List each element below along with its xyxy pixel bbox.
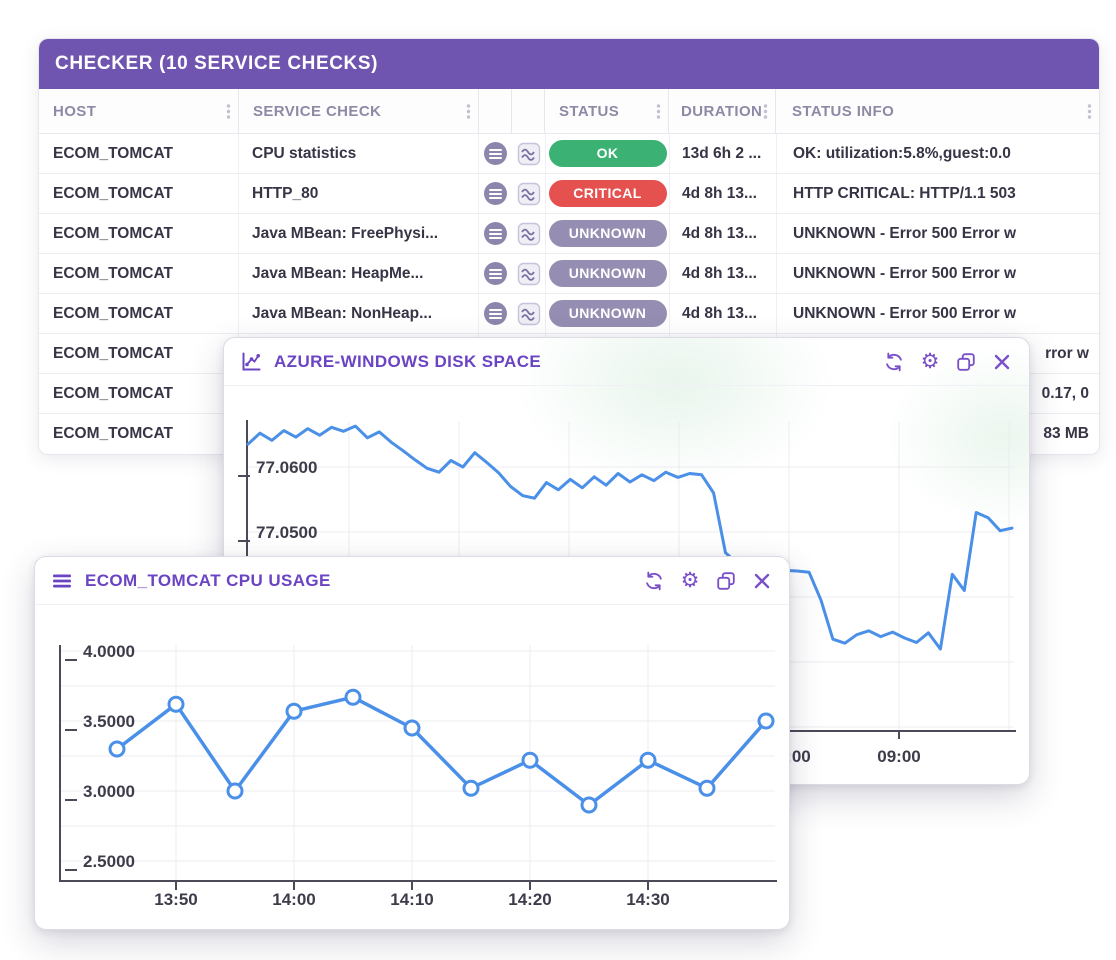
duration-cell: 4d 8h 13...	[669, 214, 776, 253]
svg-text:09:00: 09:00	[877, 747, 920, 766]
settings-gear-icon[interactable]: ⚙	[917, 349, 943, 375]
table-row[interactable]: ECOM_TOMCAT HTTP_80 CRITICAL 4d 8h 13...…	[39, 174, 1099, 214]
metrics-graph-icon[interactable]	[512, 214, 545, 253]
menu-circle-icon[interactable]	[479, 294, 512, 333]
refresh-icon[interactable]	[881, 349, 907, 375]
menu-circle-icon[interactable]	[479, 134, 512, 173]
column-label: DURATION	[681, 103, 762, 120]
duration-cell: 4d 8h 13...	[669, 294, 776, 333]
svg-text:2.5000: 2.5000	[83, 852, 135, 871]
svg-text:14:00: 14:00	[272, 890, 315, 909]
column-header-service-check[interactable]: SERVICE CHECK	[239, 89, 479, 133]
service-check-cell: Java MBean: FreePhysi...	[239, 214, 479, 253]
service-check-cell: Java MBean: HeapMe...	[239, 254, 479, 293]
host-cell: ECOM_TOMCAT	[39, 414, 239, 454]
svg-text:14:10: 14:10	[390, 890, 433, 909]
status-cell: OK	[545, 134, 669, 173]
status-cell: UNKNOWN	[545, 214, 669, 253]
close-icon[interactable]	[749, 568, 775, 594]
column-header-host[interactable]: HOST	[39, 89, 239, 133]
panel-title: CHECKER (10 SERVICE CHECKS)	[55, 53, 378, 75]
column-label: HOST	[53, 103, 96, 120]
status-cell: CRITICAL	[545, 174, 669, 213]
metrics-graph-icon[interactable]	[512, 134, 545, 173]
column-label: STATUS	[559, 103, 619, 120]
duration-cell: 4d 8h 13...	[669, 174, 776, 213]
status-badge: UNKNOWN	[549, 220, 667, 247]
column-header-status[interactable]: STATUS	[545, 89, 669, 133]
svg-text:13:50: 13:50	[154, 890, 197, 909]
column-menu-icon[interactable]	[656, 103, 661, 120]
svg-text:3.0000: 3.0000	[83, 782, 135, 801]
status-info-cell: UNKNOWN - Error 500 Error w	[776, 294, 1099, 333]
svg-text:77.0500: 77.0500	[256, 523, 317, 542]
host-cell: ECOM_TOMCAT	[39, 334, 239, 373]
status-badge: CRITICAL	[549, 180, 667, 207]
table-row[interactable]: ECOM_TOMCAT Java MBean: HeapMe... UNKNOW…	[39, 254, 1099, 294]
column-label: STATUS INFO	[792, 103, 894, 120]
status-badge: UNKNOWN	[549, 300, 667, 327]
column-menu-icon[interactable]	[1087, 103, 1092, 120]
window-titlebar[interactable]: ECOM_TOMCAT CPU USAGE ⚙	[35, 557, 789, 605]
svg-text:77.0600: 77.0600	[256, 458, 317, 477]
service-check-cell: Java MBean: NonHeap...	[239, 294, 479, 333]
menu-circle-icon[interactable]	[479, 174, 512, 213]
table-row[interactable]: ECOM_TOMCAT Java MBean: NonHeap... UNKNO…	[39, 294, 1099, 334]
service-check-cell: CPU statistics	[239, 134, 479, 173]
svg-text:14:30: 14:30	[626, 890, 669, 909]
window-title: AZURE-WINDOWS DISK SPACE	[274, 352, 871, 372]
copy-icon[interactable]	[953, 349, 979, 375]
window-titlebar[interactable]: AZURE-WINDOWS DISK SPACE ⚙	[224, 338, 1029, 386]
metrics-graph-icon[interactable]	[512, 294, 545, 333]
metrics-graph-icon[interactable]	[512, 254, 545, 293]
host-cell: ECOM_TOMCAT	[39, 134, 239, 173]
settings-gear-icon[interactable]: ⚙	[677, 568, 703, 594]
status-info-cell: UNKNOWN - Error 500 Error w	[776, 254, 1099, 293]
column-header-actions-1	[479, 89, 512, 133]
column-menu-icon[interactable]	[466, 103, 471, 120]
column-header-status-info[interactable]: STATUS INFO	[776, 89, 1099, 133]
column-menu-icon[interactable]	[763, 103, 768, 120]
svg-text:3.5000: 3.5000	[83, 712, 135, 731]
status-cell: UNKNOWN	[545, 254, 669, 293]
host-cell: ECOM_TOMCAT	[39, 254, 239, 293]
menu-circle-icon[interactable]	[479, 214, 512, 253]
column-header-actions-2	[512, 89, 545, 133]
duration-cell: 4d 8h 13...	[669, 254, 776, 293]
close-icon[interactable]	[989, 349, 1015, 375]
status-cell: UNKNOWN	[545, 294, 669, 333]
column-header-duration[interactable]: DURATION	[669, 89, 776, 133]
svg-text:4.0000: 4.0000	[83, 642, 135, 661]
status-info-cell: OK: utilization:5.8%,guest:0.0	[776, 134, 1099, 173]
status-badge: OK	[549, 140, 667, 167]
host-cell: ECOM_TOMCAT	[39, 294, 239, 333]
hamburger-menu-icon[interactable]	[49, 568, 75, 594]
duration-cell: 13d 6h 2 ...	[669, 134, 776, 173]
chart-type-icon	[238, 349, 264, 375]
status-badge: UNKNOWN	[549, 260, 667, 287]
panel-header: CHECKER (10 SERVICE CHECKS)	[39, 39, 1099, 89]
table-row[interactable]: ECOM_TOMCAT Java MBean: FreePhysi... UNK…	[39, 214, 1099, 254]
status-info-cell: UNKNOWN - Error 500 Error w	[776, 214, 1099, 253]
refresh-icon[interactable]	[641, 568, 667, 594]
table-header-row: HOST SERVICE CHECK STATUS DURATION STATU…	[39, 89, 1099, 134]
host-cell: ECOM_TOMCAT	[39, 174, 239, 213]
host-cell: ECOM_TOMCAT	[39, 374, 239, 413]
table-row[interactable]: ECOM_TOMCAT CPU statistics OK 13d 6h 2 .…	[39, 134, 1099, 174]
metrics-graph-icon[interactable]	[512, 174, 545, 213]
svg-text:14:20: 14:20	[508, 890, 551, 909]
status-info-cell: HTTP CRITICAL: HTTP/1.1 503	[776, 174, 1099, 213]
column-menu-icon[interactable]	[226, 103, 231, 120]
menu-circle-icon[interactable]	[479, 254, 512, 293]
cpu-usage-chart: 4.0000 3.5000 3.0000 2.5000 13:50 14:00 14:10 1…	[35, 605, 789, 929]
host-cell: ECOM_TOMCAT	[39, 214, 239, 253]
copy-icon[interactable]	[713, 568, 739, 594]
column-label: SERVICE CHECK	[253, 103, 381, 120]
dashboard: CHECKER (10 SERVICE CHECKS) HOST SERVICE…	[0, 0, 1116, 960]
window-title: ECOM_TOMCAT CPU USAGE	[85, 571, 631, 591]
service-check-cell: HTTP_80	[239, 174, 479, 213]
cpu-usage-window: ECOM_TOMCAT CPU USAGE ⚙ 4.0000 3.5000 3.00…	[34, 556, 790, 930]
